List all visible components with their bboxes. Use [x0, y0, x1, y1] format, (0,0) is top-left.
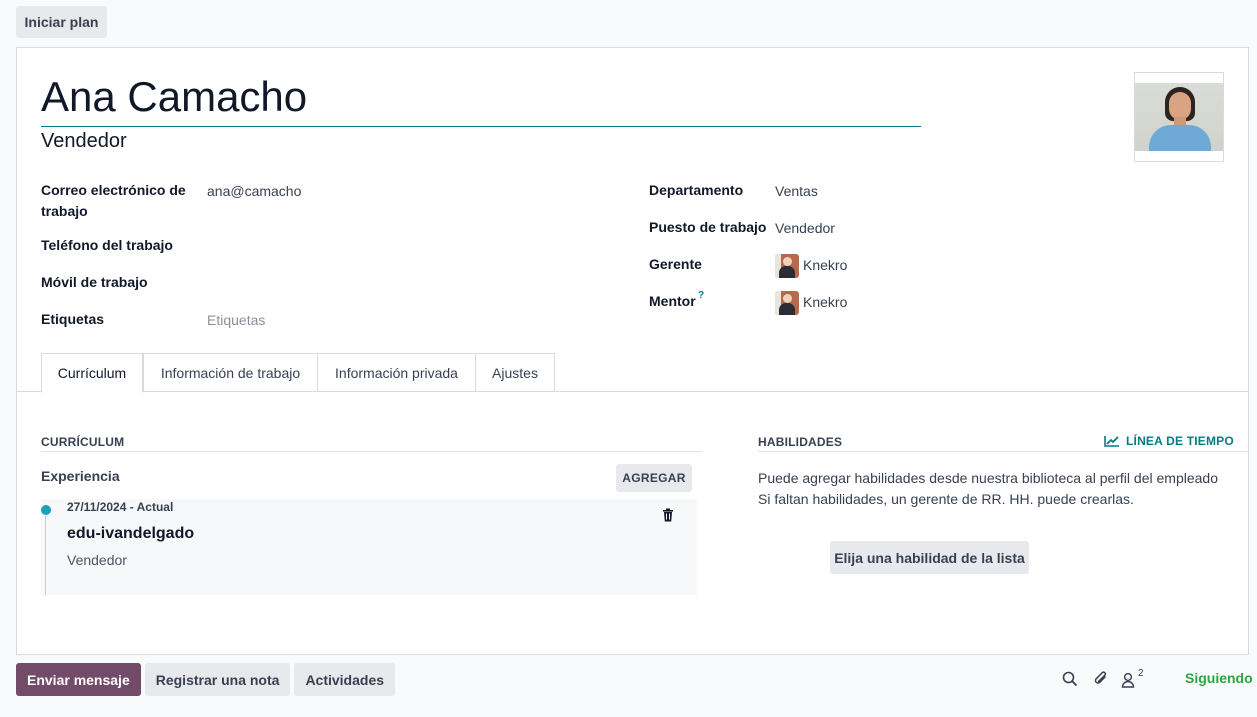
- work-phone-field[interactable]: [207, 235, 487, 256]
- tab-work-information[interactable]: Información de trabajo: [143, 353, 318, 392]
- manager-label: Gerente: [649, 256, 702, 272]
- timeline-dot: [41, 505, 51, 515]
- tab-resume[interactable]: Currículum: [41, 353, 143, 393]
- work-mobile-label: Móvil de trabajo: [41, 274, 148, 290]
- job-position-label: Puesto de trabajo: [649, 219, 767, 235]
- trash-icon[interactable]: [661, 508, 675, 522]
- job-position-field[interactable]: Vendedor: [775, 218, 835, 239]
- activities-button[interactable]: Actividades: [294, 663, 396, 696]
- user-icon[interactable]: [1121, 672, 1135, 688]
- mentor-field[interactable]: Knekro: [803, 292, 847, 313]
- following-button[interactable]: Siguiendo: [1185, 670, 1253, 686]
- resume-divider: [41, 451, 702, 452]
- log-note-button[interactable]: Registrar una nota: [144, 663, 291, 696]
- work-email-label: Correo electrónico de trabajo: [41, 182, 186, 219]
- skills-info-line-1: Puede agregar habilidades desde nuestra …: [758, 470, 1218, 486]
- mentor-help-tooltip[interactable]: ?: [698, 290, 704, 301]
- experience-label: Experiencia: [41, 468, 120, 484]
- employee-name-field[interactable]: Ana Camacho: [41, 70, 921, 127]
- tags-input[interactable]: Etiquetas: [207, 310, 265, 331]
- timeline-label: LÍNEA DE TIEMPO: [1126, 434, 1234, 448]
- manager-avatar: [775, 254, 799, 278]
- skills-info-line-2: Si faltan habilidades, un gerente de RR.…: [758, 491, 1134, 507]
- add-resume-line-button[interactable]: AGREGAR: [616, 464, 692, 492]
- timeline-link[interactable]: LÍNEA DE TIEMPO: [1104, 434, 1234, 448]
- resume-line-title: edu-ivandelgado: [67, 525, 195, 542]
- department-field[interactable]: Ventas: [775, 181, 818, 202]
- tab-settings[interactable]: Ajustes: [475, 353, 555, 392]
- start-plan-button[interactable]: Iniciar plan: [16, 6, 107, 38]
- resume-section-title: CURRÍCULUM: [41, 435, 125, 449]
- work-phone-label: Teléfono del trabajo: [41, 237, 173, 253]
- manager-field[interactable]: Knekro: [803, 255, 847, 276]
- employee-avatar: [1135, 83, 1223, 151]
- search-icon[interactable]: [1062, 671, 1078, 687]
- skills-divider: [758, 451, 1248, 452]
- resume-line-description: Vendedor: [67, 552, 127, 568]
- chatter-toolbar: Enviar mensaje Registrar una nota Activi…: [16, 663, 396, 696]
- work-email-field[interactable]: ana@camacho: [207, 181, 301, 202]
- mentor-label: Mentor: [649, 293, 696, 309]
- send-message-button[interactable]: Enviar mensaje: [16, 663, 141, 696]
- followers-count: 2: [1138, 668, 1144, 679]
- timeline-line: [45, 516, 46, 595]
- form-tabs: Currículum Información de trabajo Inform…: [17, 353, 1248, 393]
- work-mobile-field[interactable]: [207, 272, 487, 293]
- pick-skill-button[interactable]: Elija una habilidad de la lista: [830, 541, 1029, 574]
- tags-label: Etiquetas: [41, 311, 105, 327]
- department-label: Departamento: [649, 182, 744, 198]
- tab-private-information[interactable]: Información privada: [317, 353, 476, 392]
- job-title-field[interactable]: Vendedor: [41, 130, 127, 153]
- resume-line-date: 27/11/2024 - Actual: [67, 500, 174, 514]
- employee-form-sheet: Ana Camacho Vendedor Correo electrónico …: [16, 47, 1249, 655]
- employee-photo[interactable]: [1134, 72, 1224, 162]
- skills-info-text: Puede agregar habilidades desde nuestra …: [758, 468, 1238, 510]
- chart-line-icon: [1104, 436, 1119, 447]
- mentor-avatar: [775, 291, 799, 315]
- paperclip-icon[interactable]: [1093, 670, 1109, 688]
- skills-section-title: HABILIDADES: [758, 435, 843, 449]
